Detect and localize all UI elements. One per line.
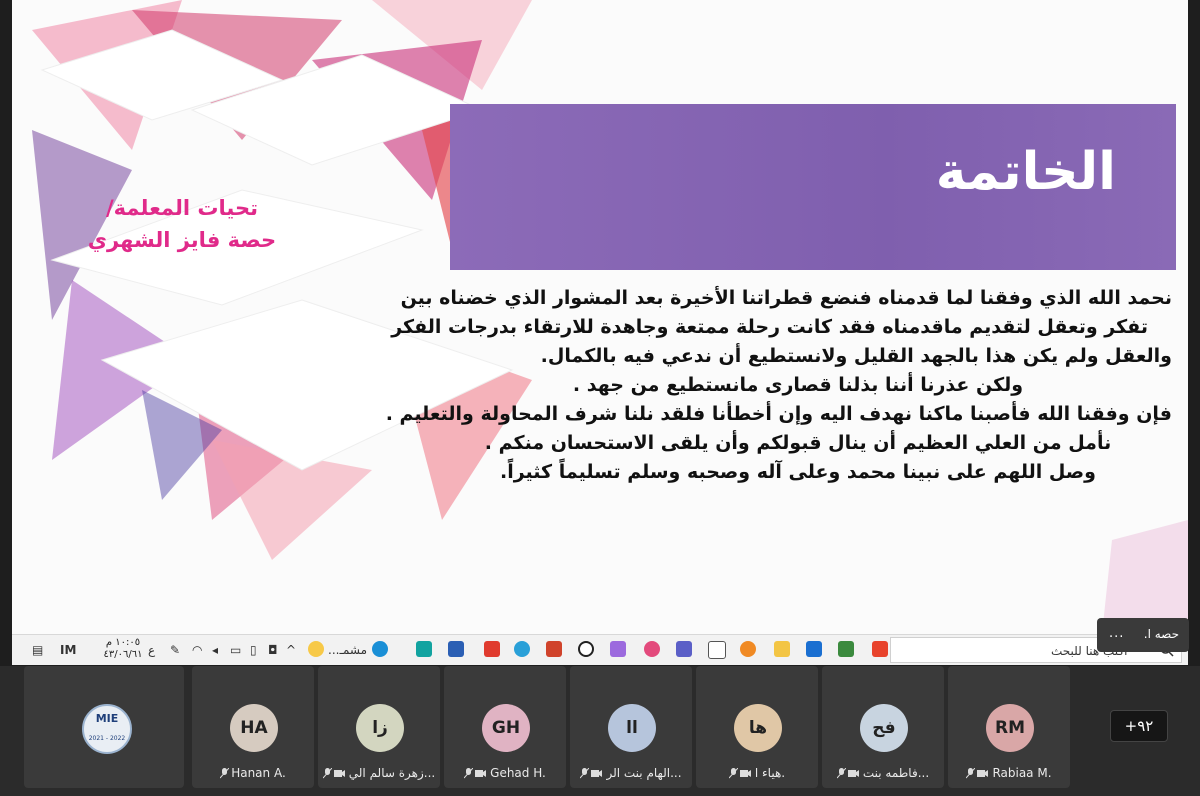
- mic-off-icon: [728, 768, 738, 779]
- participant-name: زهرة سالم الي...: [348, 766, 436, 780]
- wifi-icon: ◠: [192, 643, 203, 657]
- participant-name-row: الهام بنت الر...: [574, 766, 688, 780]
- participant-name-row: Gehad H.: [448, 766, 562, 780]
- teams-icon[interactable]: [676, 641, 692, 657]
- shared-screen: الخاتمة تحيات المعلمة/ حصة فايز الشهري ن…: [0, 0, 1200, 666]
- avatar: فح: [860, 704, 908, 752]
- more-participants-button[interactable]: +٩٢: [1110, 710, 1168, 742]
- participant-name: Gehad H.: [490, 766, 546, 780]
- mic-off-icon: [580, 768, 590, 779]
- remote-taskbar: ▤ IM ١٠:٠٥ م ٤٣/٠٦/٦١ ع ✎ ◠ ◂ ▭ ▯ ◘ ^ مش…: [12, 634, 1188, 665]
- participant-name-row: Hanan A.: [196, 766, 310, 780]
- weather-icon: [308, 641, 324, 657]
- greeting-line-2: حصة فايز الشهري: [87, 228, 277, 252]
- school-logo: MIE 2021 - 2022: [82, 704, 132, 754]
- self-view-tile[interactable]: MIE 2021 - 2022: [24, 666, 184, 788]
- avatar: زا: [356, 704, 404, 752]
- participant-tile[interactable]: فح فاطمه بنت...: [822, 666, 944, 788]
- snip-icon[interactable]: [644, 641, 660, 657]
- participant-strip: RM Rabiaa M. فح فاطمه بنت... ها هياء ا. …: [0, 666, 1200, 796]
- edge-icon[interactable]: [372, 641, 388, 657]
- presentation-slide: الخاتمة تحيات المعلمة/ حصة فايز الشهري ن…: [12, 0, 1188, 634]
- body-line: نحمد الله الذي وفقنا لما قدمناه فنضع قطر…: [400, 287, 1172, 309]
- notification-icon: ▤: [32, 643, 44, 657]
- logo-text: MIE: [95, 712, 119, 725]
- mic-off-icon: [836, 768, 846, 779]
- avatar: اا: [608, 704, 656, 752]
- participant-name-row: هياء ا.: [700, 766, 814, 780]
- slide-title: الخاتمة: [935, 142, 1116, 202]
- camera-off-icon: [977, 770, 989, 777]
- clock-date: ٤٣/٠٦/٦١: [103, 649, 143, 660]
- participant-tile[interactable]: زا زهرة سالم الي...: [318, 666, 440, 788]
- folder-icon[interactable]: [774, 641, 790, 657]
- greeting-line-1: تحيات المعلمة/: [106, 196, 258, 220]
- body-line: تفكر وتعقل لتقديم ماقدمناه فقد كانت رحلة…: [391, 316, 1148, 338]
- slide-body-text: نحمد الله الذي وفقنا لما قدمناه فنضع قطر…: [385, 284, 1172, 487]
- chevron-up-icon: ^: [286, 643, 297, 657]
- logo-subtext: 2021 - 2022: [88, 735, 126, 742]
- camera-off-icon: [591, 770, 603, 777]
- body-line: ولكن عذرنا أننا بذلنا قصارى مانستطيع من …: [572, 374, 1024, 396]
- avatar: ها: [734, 704, 782, 752]
- camera-icon: ◘: [268, 643, 278, 657]
- participant-tile[interactable]: GH Gehad H.: [444, 666, 566, 788]
- title-band: الخاتمة: [450, 104, 1176, 270]
- avatar: HA: [230, 704, 278, 752]
- language-indicator: ع: [148, 643, 156, 657]
- telegram-icon[interactable]: [514, 641, 530, 657]
- app-icon[interactable]: [578, 641, 594, 657]
- widgets-icon: IM: [60, 643, 77, 657]
- camera-off-icon: [475, 770, 487, 777]
- avatar: RM: [986, 704, 1034, 752]
- participant-tile[interactable]: RM Rabiaa M.: [948, 666, 1070, 788]
- store-icon[interactable]: [838, 641, 854, 657]
- participant-name: Hanan A.: [231, 766, 286, 780]
- clock-time: ١٠:٠٥ م: [105, 637, 141, 648]
- weather-label: مشمـ...: [328, 643, 368, 657]
- participant-name-row: Rabiaa M.: [952, 766, 1066, 780]
- mic-off-icon: [322, 768, 332, 779]
- mic-off-icon: [966, 768, 976, 779]
- word-icon[interactable]: [448, 641, 464, 657]
- teacher-greeting: تحيات المعلمة/ حصة فايز الشهري: [52, 192, 312, 256]
- chat-icon[interactable]: [708, 641, 726, 659]
- camera-off-icon: [739, 770, 751, 777]
- pen-icon: ✎: [170, 643, 181, 657]
- participant-name: الهام بنت الر...: [606, 766, 682, 780]
- camera-off-icon: [333, 770, 345, 777]
- participant-name: Rabiaa M.: [992, 766, 1052, 780]
- powerpoint-icon[interactable]: [546, 641, 562, 657]
- office-icon[interactable]: [872, 641, 888, 657]
- mail-icon[interactable]: [806, 641, 822, 657]
- participant-name: هياء ا.: [754, 766, 786, 780]
- body-line: فإن وفقنا الله فأصبنا ماكنا نهدف اليه وإ…: [385, 403, 1172, 425]
- app-icon[interactable]: [416, 641, 432, 657]
- participant-tile[interactable]: ها هياء ا.: [696, 666, 818, 788]
- mic-off-icon: [464, 768, 474, 779]
- speaker-icon: ◂: [212, 643, 219, 657]
- body-line: وصل اللهم على نبينا محمد وعلى آله وصحبه …: [500, 461, 1096, 483]
- participant-tile[interactable]: اا الهام بنت الر...: [570, 666, 692, 788]
- body-line: والعقل ولم يكن هذا بالجهد القليل ولانستط…: [540, 345, 1172, 367]
- microphone-icon: ▯: [250, 643, 257, 657]
- mic-off-icon: [220, 768, 230, 779]
- presenter-name: حصه ا.: [1143, 627, 1179, 641]
- participant-name-row: زهرة سالم الي...: [322, 766, 436, 780]
- presenter-tooltip[interactable]: ... حصه ا.: [1097, 618, 1189, 652]
- participant-name: فاطمه بنت...: [862, 766, 930, 780]
- feather-icon[interactable]: [610, 641, 626, 657]
- battery-icon: ▭: [230, 643, 242, 657]
- chrome-icon[interactable]: [740, 641, 756, 657]
- roblox-icon[interactable]: [484, 641, 500, 657]
- participant-name-row: فاطمه بنت...: [826, 766, 940, 780]
- body-line: نأمل من العلي العظيم أن ينال قبولكم وأن …: [484, 432, 1112, 454]
- camera-off-icon: [847, 770, 859, 777]
- more-options-icon[interactable]: ...: [1109, 626, 1124, 641]
- participant-tile[interactable]: HA Hanan A.: [192, 666, 314, 788]
- taskbar-clock: ١٠:٠٥ م ٤٣/٠٦/٦١: [102, 637, 144, 661]
- avatar: GH: [482, 704, 530, 752]
